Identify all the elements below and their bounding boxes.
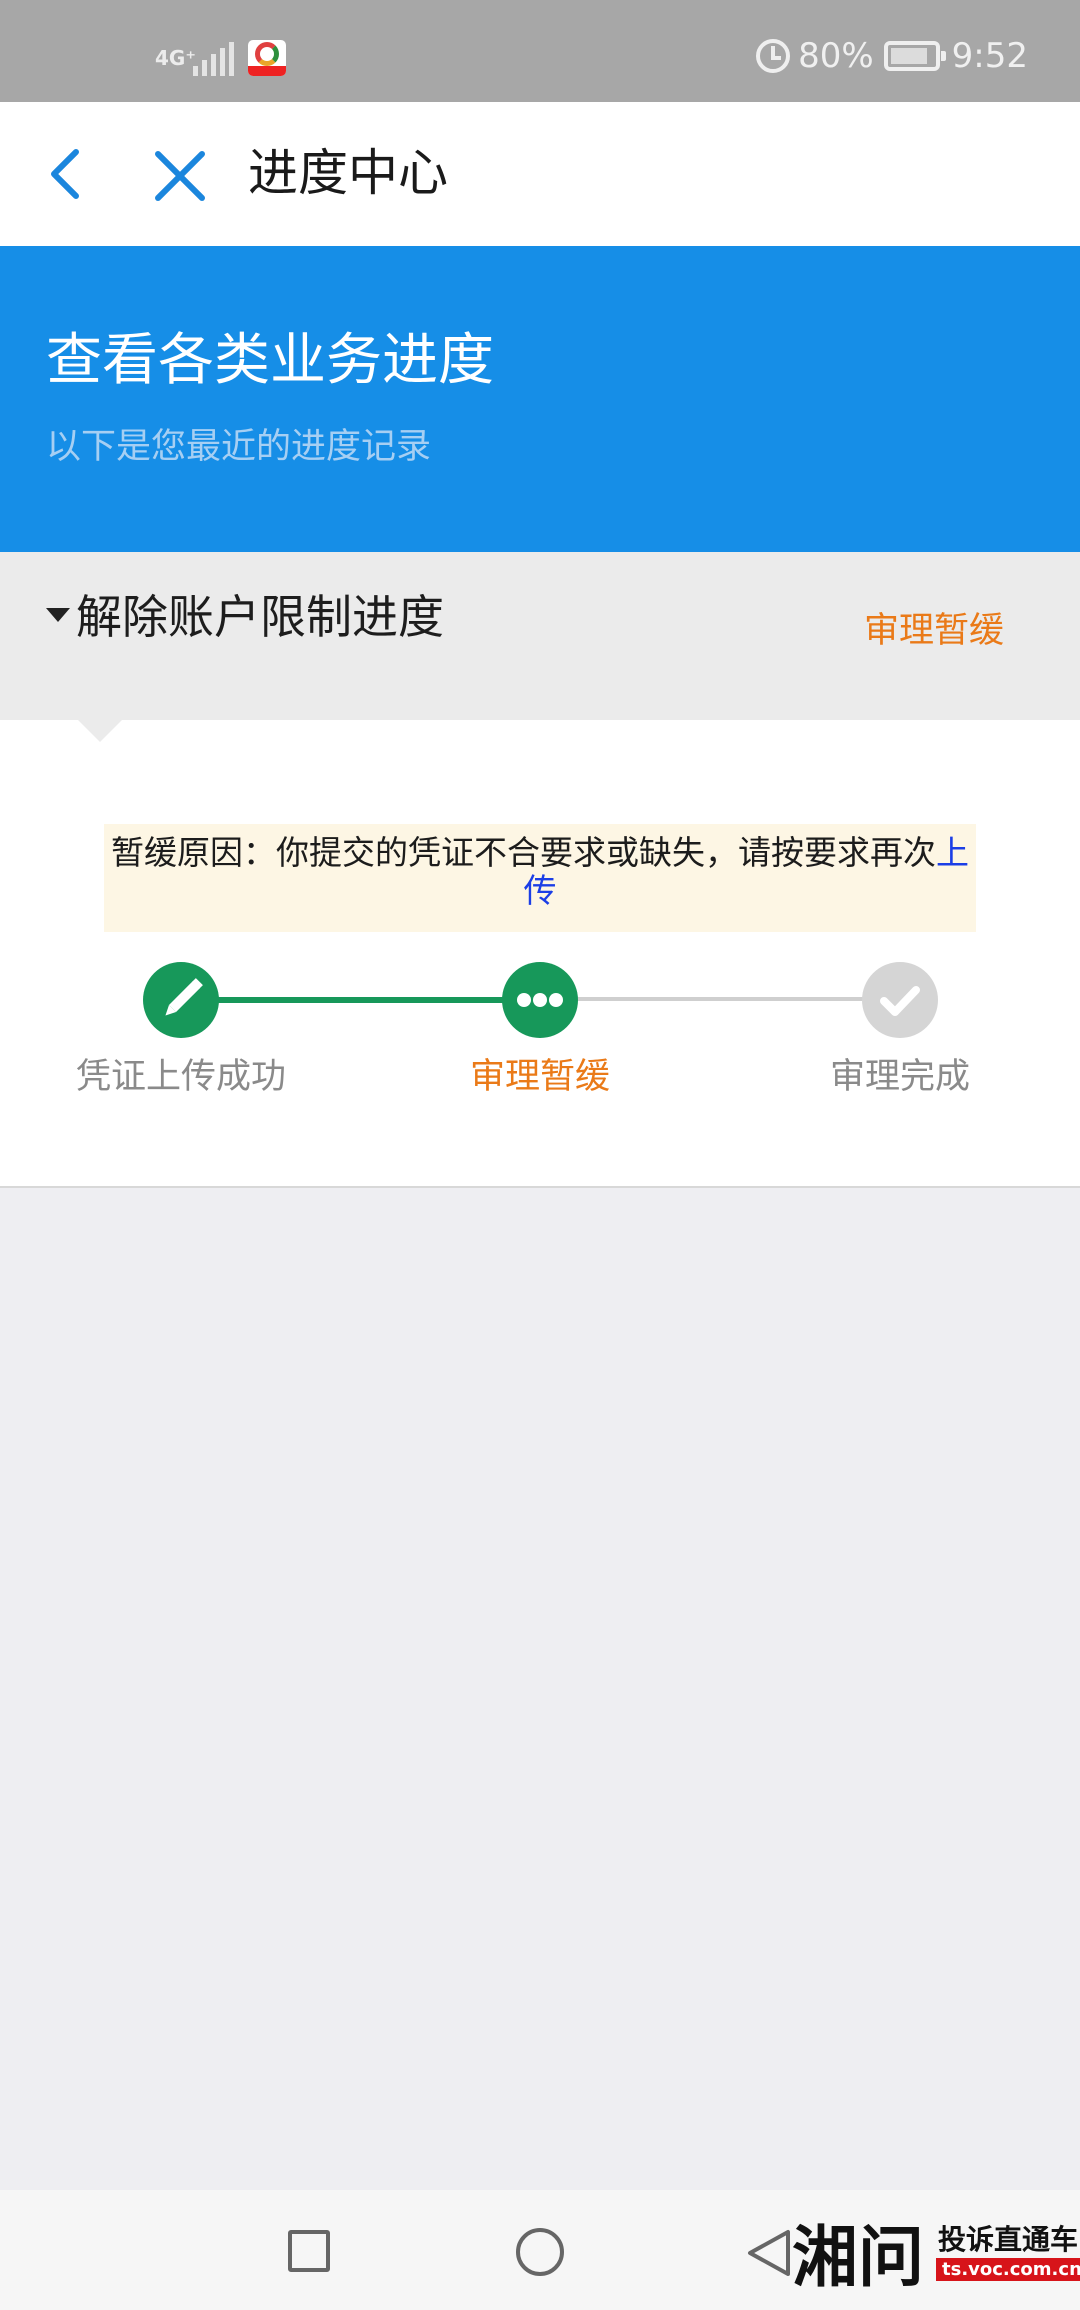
more-dots-icon	[517, 993, 563, 1007]
nav-bar: 进度中心	[0, 102, 1080, 246]
step-1-label: 凭证上传成功	[75, 1057, 286, 1097]
progress-track-complete	[182, 997, 544, 1003]
pencil-icon	[165, 978, 203, 1016]
banner-title: 查看各类业务进度	[46, 328, 494, 393]
watermark-name: 投诉直通车	[938, 2223, 1079, 2256]
step-1-circle	[143, 962, 219, 1038]
watermark-logo: 湘问	[792, 2219, 924, 2296]
system-back-button[interactable]	[744, 2226, 794, 2280]
step-2-label: 审理暂缓	[469, 1057, 610, 1097]
status-left: 4G⁺	[155, 40, 286, 76]
battery-percent: 80%	[798, 36, 874, 76]
header-banner: 查看各类业务进度 以下是您最近的进度记录	[0, 246, 1080, 552]
back-arrow-icon	[51, 149, 79, 199]
watermark-url: ts.voc.com.cn	[936, 2258, 1080, 2281]
alarm-icon	[756, 39, 791, 73]
close-button[interactable]	[150, 146, 210, 206]
pointer-notch	[76, 718, 124, 742]
notice-text: 暂缓原因：你提交的凭证不合要求或缺失，请按要求再次	[111, 833, 936, 872]
progress-card: 暂缓原因：你提交的凭证不合要求或缺失，请按要求再次上传 凭证上传成功 审理暂缓 …	[0, 718, 1080, 1188]
progress-section-header[interactable]: 解除账户限制进度 审理暂缓	[0, 552, 1080, 720]
back-button[interactable]	[40, 142, 96, 206]
step-3-label: 审理完成	[829, 1057, 970, 1097]
progress-track-pending	[540, 997, 902, 1001]
page-title: 进度中心	[248, 144, 448, 202]
clock: 9:52	[951, 36, 1028, 76]
triangle-back-icon	[748, 2230, 790, 2276]
check-icon	[880, 986, 920, 1016]
watermark: 湘问 投诉直通车 ts.voc.com.cn	[790, 2208, 1080, 2298]
caret-down-icon	[46, 608, 70, 622]
signal-icon	[193, 40, 234, 76]
close-icon	[155, 151, 205, 201]
battery-icon	[883, 41, 946, 71]
notification-app-icon	[248, 40, 286, 76]
recent-apps-button[interactable]	[288, 2230, 330, 2272]
step-3-circle	[862, 962, 938, 1038]
status-badge: 审理暂缓	[863, 611, 1004, 651]
suspension-notice: 暂缓原因：你提交的凭证不合要求或缺失，请按要求再次上传	[104, 824, 976, 932]
status-right: 80% 9:52	[756, 36, 1028, 76]
watermark-logo-text: 湘问	[792, 2219, 924, 2296]
banner-subtitle: 以下是您最近的进度记录	[46, 427, 432, 467]
network-type: 4G⁺	[155, 46, 196, 70]
step-2-circle	[502, 962, 578, 1038]
section-title: 解除账户限制进度	[76, 590, 444, 644]
home-button[interactable]	[516, 2228, 564, 2276]
status-bar: 4G⁺ 80% 9:52	[0, 0, 1080, 102]
